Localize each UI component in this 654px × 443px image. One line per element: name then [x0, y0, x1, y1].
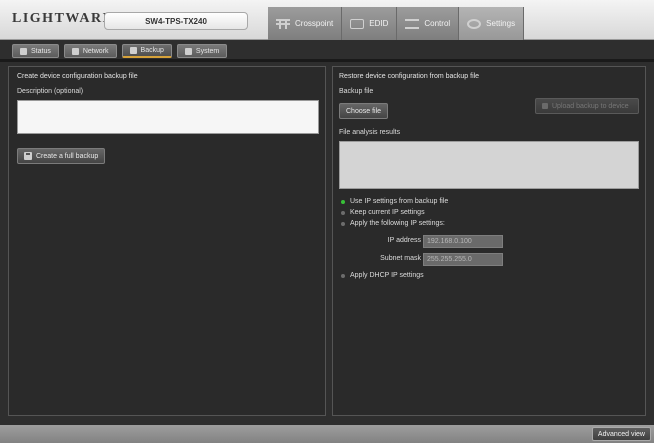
tab-crosspoint[interactable]: Crosspoint [268, 7, 343, 40]
bottom-bar: Advanced view [0, 425, 654, 443]
restore-panel-title: Restore device configuration from backup… [339, 73, 480, 80]
radio-apply-following-ip-label: Apply the following IP settings: [350, 220, 445, 227]
tab-control-label: Control [424, 19, 451, 28]
subnet-mask-row: Subnet mask 255.255.255.0 [353, 253, 503, 266]
main-area: Status Network Backup System Create devi… [0, 40, 654, 425]
upload-backup-button[interactable]: Upload backup to device [535, 98, 639, 114]
crosspoint-icon [276, 18, 290, 29]
status-icon [20, 47, 27, 55]
subnet-mask-input[interactable]: 255.255.255.0 [423, 253, 503, 266]
main-tabs: Crosspoint EDID Control Settings [268, 7, 525, 40]
subtab-status[interactable]: Status [12, 44, 59, 58]
radio-unselected-icon [341, 221, 345, 226]
radio-unselected-icon [341, 273, 345, 278]
results-label: File analysis results [339, 129, 401, 136]
tab-settings-label: Settings [486, 19, 516, 28]
radio-use-backup-ip-label: Use IP settings from backup file [350, 198, 449, 205]
advanced-view-button[interactable]: Advanced view [591, 427, 651, 441]
restore-panel: Restore device configuration from backup… [332, 66, 646, 416]
subtab-network-label: Network [82, 47, 109, 55]
radio-keep-current-ip[interactable]: Keep current IP settings [341, 209, 425, 216]
subtab-backup[interactable]: Backup [121, 44, 172, 58]
backup-panel-title: Create device configuration backup file [17, 73, 138, 80]
tab-settings[interactable]: Settings [459, 7, 525, 40]
tab-edid[interactable]: EDID [342, 7, 398, 40]
backup-file-label: Backup file [339, 88, 374, 95]
radio-selected-icon [341, 199, 345, 204]
network-icon [71, 47, 79, 55]
tab-crosspoint-label: Crosspoint [295, 19, 334, 28]
lock-icon [542, 103, 548, 109]
tab-control[interactable]: Control [397, 7, 460, 40]
subtab-backup-label: Backup [140, 47, 164, 54]
top-bar: LIGHTWARE SW4-TPS-TX240 Crosspoint EDID … [0, 0, 654, 40]
settings-subtabs: Status Network Backup System [12, 44, 228, 58]
radio-apply-dhcp[interactable]: Apply DHCP IP settings [341, 272, 424, 279]
create-backup-label: Create a full backup [36, 152, 99, 160]
backup-panel: Create device configuration backup file … [8, 66, 326, 416]
subnet-mask-label: Subnet mask [380, 255, 421, 262]
radio-apply-following-ip[interactable]: Apply the following IP settings: [341, 220, 445, 227]
tab-edid-label: EDID [369, 19, 389, 28]
subtab-system-label: System [195, 47, 220, 55]
description-label: Description (optional) [17, 88, 84, 95]
radio-use-backup-ip[interactable]: Use IP settings from backup file [341, 198, 448, 205]
description-input[interactable] [17, 100, 319, 134]
subtab-divider [0, 59, 654, 62]
edid-icon [350, 18, 365, 29]
backup-icon [129, 47, 137, 54]
ip-address-label: IP address [387, 237, 421, 244]
choose-file-button[interactable]: Choose file [339, 103, 389, 119]
floppy-disk-icon [24, 152, 32, 160]
radio-apply-dhcp-label: Apply DHCP IP settings [350, 272, 424, 279]
subtab-system[interactable]: System [176, 44, 228, 58]
subtab-network[interactable]: Network [63, 44, 117, 58]
radio-keep-current-ip-label: Keep current IP settings [350, 209, 425, 216]
lightware-logo: LIGHTWARE [12, 11, 114, 26]
settings-icon [467, 18, 482, 29]
ip-address-row: IP address 192.168.0.100 [353, 235, 503, 248]
system-icon [184, 47, 192, 55]
control-icon [405, 18, 420, 29]
device-name-label[interactable]: SW4-TPS-TX240 [104, 12, 248, 30]
upload-backup-label: Upload backup to device [552, 102, 629, 110]
radio-unselected-icon [341, 210, 345, 215]
create-backup-button[interactable]: Create a full backup [17, 148, 106, 164]
ip-address-input[interactable]: 192.168.0.100 [423, 235, 503, 248]
subtab-status-label: Status [31, 47, 51, 55]
file-analysis-results [339, 141, 639, 189]
